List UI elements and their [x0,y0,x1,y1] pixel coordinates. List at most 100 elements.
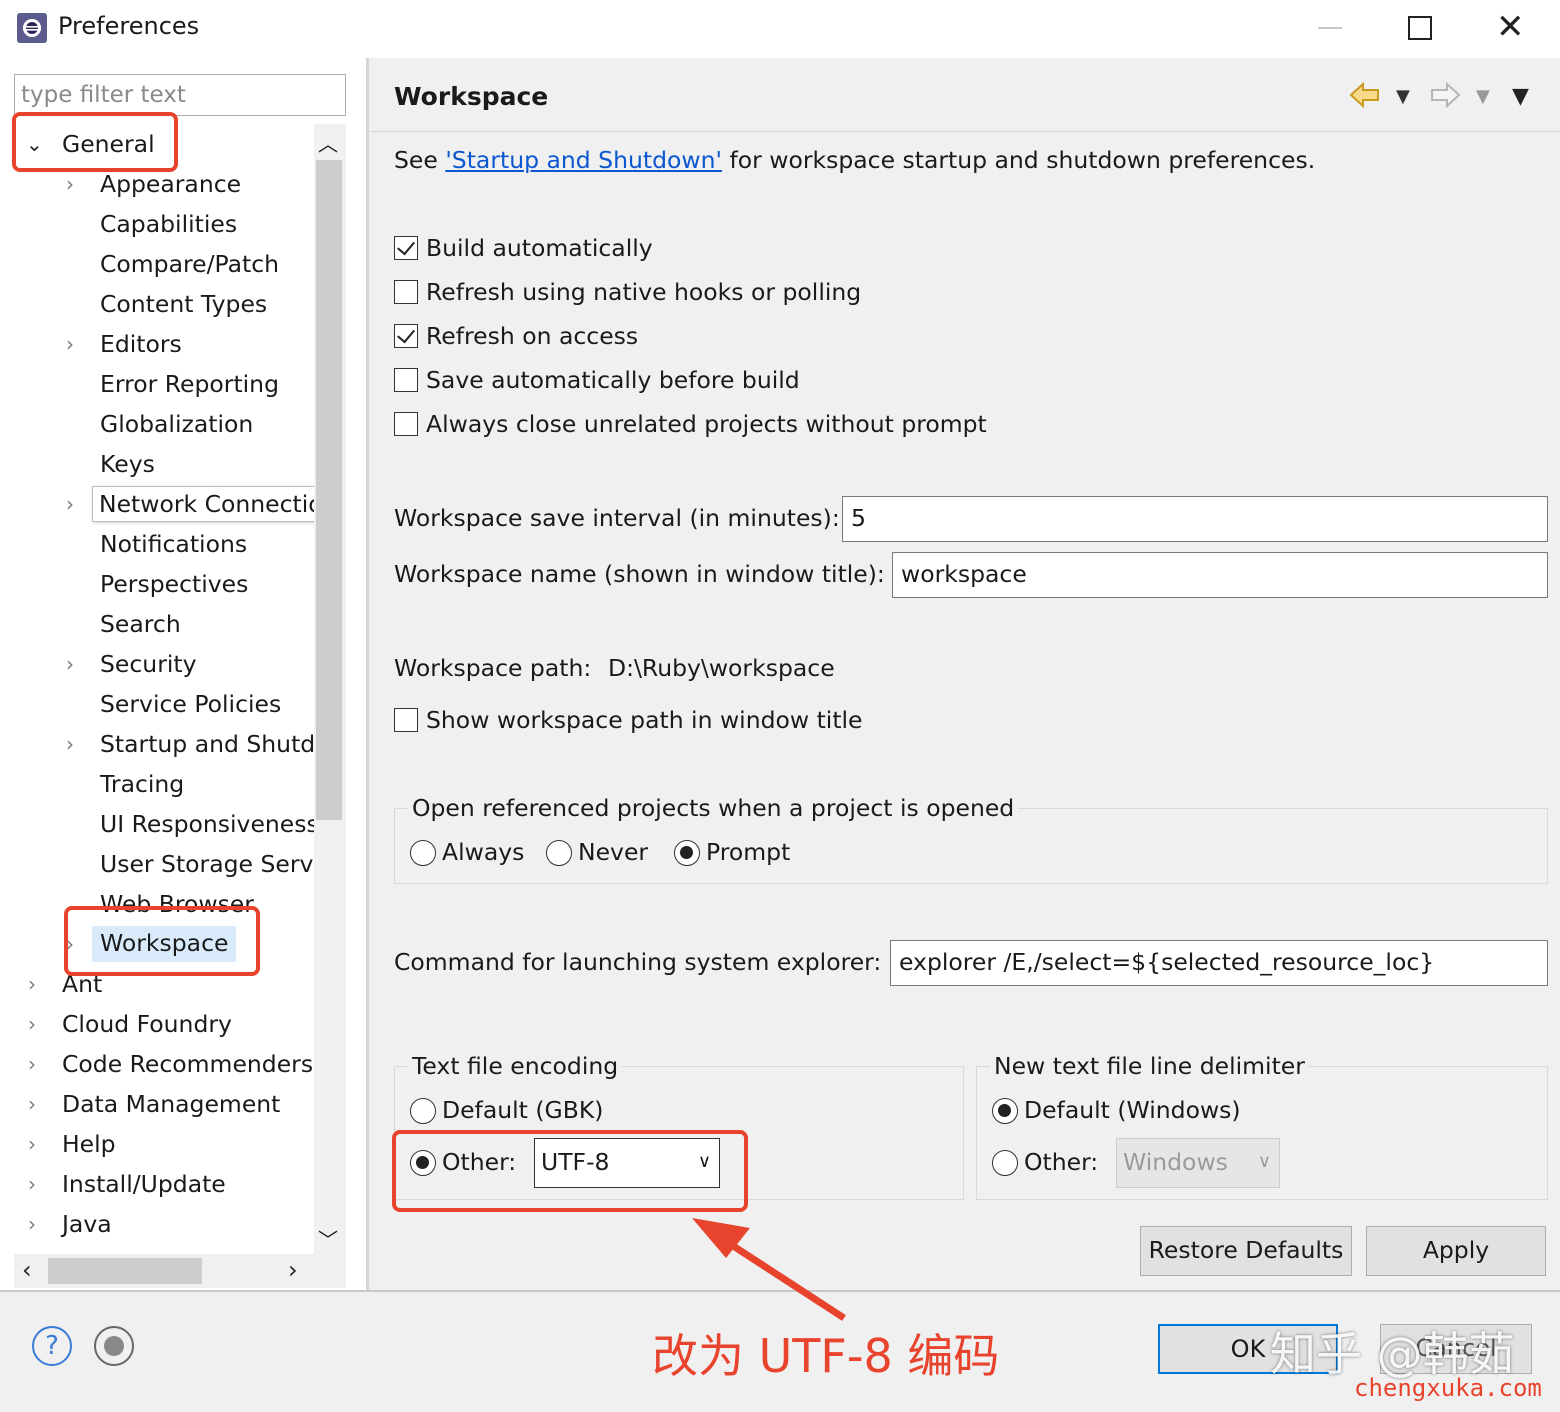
tree-item-search[interactable]: Search [14,604,314,644]
tree-item-content-types[interactable]: Content Types [14,284,314,324]
title-bar [0,0,1560,58]
save-interval-label: Workspace save interval (in minutes): [394,504,840,532]
tree-horizontal-scroll-thumb[interactable] [48,1258,202,1284]
chevron-right-icon[interactable]: › [28,1044,36,1084]
delimiter-other-radio[interactable] [992,1150,1018,1176]
delimiter-default-label: Default (Windows) [1024,1096,1241,1124]
explorer-command-label: Command for launching system explorer: [394,948,882,976]
tree-item-notifications[interactable]: Notifications [14,524,314,564]
refresh-on-access-label: Refresh on access [426,322,639,350]
tree-item-startup-and-shutdown[interactable]: › Startup and Shutd [14,724,314,764]
save-before-build-checkbox[interactable] [394,368,418,392]
show-path-label: Show workspace path in window title [426,706,863,734]
tree-item-install-update[interactable]: › Install/Update [14,1164,314,1204]
site-watermark-text: chengxuka.com [1354,1374,1542,1402]
build-automatically-checkbox[interactable] [394,236,418,260]
tree-item-help[interactable]: › Help [14,1124,314,1164]
tree-item-network-connections[interactable]: › Network Connections [14,484,314,524]
tree-item-error-reporting[interactable]: Error Reporting [14,364,314,404]
chevron-right-icon[interactable]: › [66,644,74,684]
tree-item-globalization[interactable]: Globalization [14,404,314,444]
tree-item-compare-patch[interactable]: Compare/Patch [14,244,314,284]
text-file-encoding-title: Text file encoding [408,1052,623,1080]
scroll-right-icon[interactable]: › [288,1256,298,1284]
line-delimiter-title: New text file line delimiter [990,1052,1309,1080]
preference-tree: ⌄ General › Appearance Capabilities Comp… [14,124,314,1252]
view-menu-icon[interactable]: ▼ [1512,84,1529,109]
help-icon[interactable]: ? [32,1326,72,1366]
open-ref-always-radio[interactable] [410,840,436,866]
chevron-right-icon[interactable]: › [28,1164,36,1204]
filter-input[interactable] [14,74,346,116]
chevron-right-icon[interactable]: › [66,724,74,764]
save-before-build-label: Save automatically before build [426,366,800,394]
open-referenced-projects-title: Open referenced projects when a project … [408,794,1019,822]
close-unrelated-projects-checkbox[interactable] [394,412,418,436]
tree-item-cloud-foundry[interactable]: › Cloud Foundry [14,1004,314,1044]
open-ref-prompt-label: Prompt [706,838,791,866]
tree-item-tracing[interactable]: Tracing [14,764,314,804]
page-title: Workspace [394,82,549,111]
chevron-right-icon[interactable]: › [66,324,74,364]
open-ref-prompt-radio[interactable] [674,840,700,866]
eclipse-app-icon [17,13,47,43]
annotation-box-workspace [64,906,260,976]
chevron-right-icon[interactable]: › [28,1004,36,1044]
chevron-right-icon[interactable]: › [28,964,36,1004]
tree-item-java[interactable]: › Java [14,1204,314,1244]
tree-item-editors[interactable]: › Editors [14,324,314,364]
chevron-right-icon[interactable]: › [28,1124,36,1164]
save-interval-input[interactable]: 5 [842,496,1548,542]
apply-button[interactable]: Apply [1366,1226,1546,1276]
pane-divider[interactable] [366,58,369,1290]
maximize-button[interactable] [1408,16,1432,40]
tree-item-ui-responsiveness[interactable]: UI Responsiveness [14,804,314,844]
explorer-command-input[interactable]: explorer /E,/select=${selected_resource_… [890,940,1548,986]
startup-and-shutdown-link[interactable]: 'Startup and Shutdown' [445,146,722,174]
tree-item-data-management[interactable]: › Data Management [14,1084,314,1124]
workspace-name-input[interactable]: workspace [892,552,1548,598]
forward-history-dropdown-icon[interactable]: ▼ [1476,86,1490,107]
workspace-path-value: D:\Ruby\workspace [608,654,835,682]
forward-arrow-icon[interactable] [1428,78,1462,112]
delimiter-default-radio[interactable] [992,1098,1018,1124]
refresh-native-hooks-checkbox[interactable] [394,280,418,304]
open-ref-never-radio[interactable] [546,840,572,866]
tree-vertical-scroll-thumb[interactable] [316,160,342,820]
tree-item-capabilities[interactable]: Capabilities [14,204,314,244]
scroll-up-icon[interactable]: ︿ [318,128,338,157]
show-path-checkbox[interactable] [394,708,418,732]
tree-item-code-recommenders[interactable]: › Code Recommenders [14,1044,314,1084]
import-export-icon-dot [104,1336,124,1356]
chevron-right-icon[interactable]: › [28,1204,36,1244]
encoding-default-label: Default (GBK) [442,1096,604,1124]
tree-item-service-policies[interactable]: Service Policies [14,684,314,724]
refresh-native-hooks-label: Refresh using native hooks or polling [426,278,862,306]
tree-item-keys[interactable]: Keys [14,444,314,484]
scroll-down-icon[interactable]: ﹀ [318,1224,338,1253]
back-arrow-icon[interactable] [1348,78,1382,112]
chevron-right-icon[interactable]: › [28,1084,36,1124]
annotation-callout-text: 改为 UTF-8 编码 [652,1329,1000,1383]
tree-item-user-storage-service[interactable]: User Storage Serv [14,844,314,884]
tree-item-perspectives[interactable]: Perspectives [14,564,314,604]
restore-defaults-button[interactable]: Restore Defaults [1140,1226,1352,1276]
scroll-left-icon[interactable]: ‹ [22,1256,32,1284]
close-unrelated-projects-label: Always close unrelated projects without … [426,410,987,438]
chevron-down-icon: ∨ [1257,1151,1271,1172]
minimize-button[interactable] [1318,27,1342,29]
chevron-right-icon[interactable]: › [66,484,74,524]
encoding-default-radio[interactable] [410,1098,436,1124]
annotation-arrow-icon [692,1218,846,1321]
workspace-path-label: Workspace path: [394,654,592,682]
refresh-on-access-checkbox[interactable] [394,324,418,348]
open-ref-always-label: Always [442,838,525,866]
tree-item-security[interactable]: › Security [14,644,314,684]
delimiter-other-label: Other: [1024,1148,1099,1176]
workspace-name-label: Workspace name (shown in window title): [394,560,885,588]
close-icon[interactable]: ✕ [1496,10,1525,44]
delimiter-select: Windows ∨ [1116,1138,1280,1188]
build-automatically-label: Build automatically [426,234,653,262]
back-history-dropdown-icon[interactable]: ▼ [1396,86,1410,107]
annotation-box-general [12,112,178,172]
